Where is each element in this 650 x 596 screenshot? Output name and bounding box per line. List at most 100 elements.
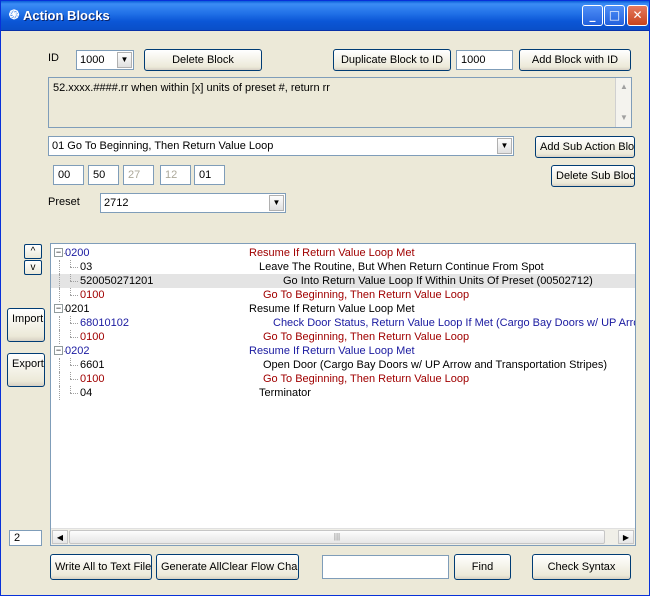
field-1-input[interactable]: 00 [53,165,84,185]
add-block-button[interactable]: Add Block with ID [519,49,631,71]
tree-connector [70,330,71,337]
tree-connector [70,337,78,338]
scroll-thumb[interactable]: ||| [69,530,605,544]
tree-row[interactable]: −0201 Resume If Return Value Loop Met [51,302,635,316]
action-select[interactable]: 01 Go To Beginning, Then Return Value Lo… [48,136,514,156]
tree-row-description: Go To Beginning, Then Return Value Loop [263,373,470,385]
tree-connector [70,358,71,365]
minimize-button[interactable]: _ [582,5,603,26]
tree-row-code: 0202 [65,345,90,357]
scroll-left-icon[interactable]: ◀ [52,530,68,544]
tree-row-code: 03 [80,261,93,273]
title-bar[interactable]: ֍ Action Blocks _ □ ✕ [1,1,649,31]
export-block-button[interactable]: Export Block [7,353,45,387]
description-textarea[interactable]: 52.xxxx.####.rr when within [x] units of… [48,77,632,128]
tree-row[interactable]: 0100 Go To Beginning, Then Return Value L… [51,330,635,344]
write-all-button[interactable]: Write All to Text File [50,554,152,580]
collapse-icon[interactable]: − [54,346,63,355]
tree-row-description: Resume If Return Value Loop Met [249,247,415,259]
tree-row-code: 0100 [80,373,105,385]
tree-row-description: Resume If Return Value Loop Met [249,345,415,357]
tree-connector [70,365,78,366]
find-input[interactable] [322,555,449,579]
status-count: 2 [9,530,42,546]
tree-row[interactable]: 520050271201 Go Into Return Value Loop If… [51,274,635,288]
chevron-down-icon[interactable]: ▼ [497,138,512,154]
tree-row[interactable]: 04 Terminator [51,386,635,400]
app-icon: ֍ [8,8,20,23]
tree-row-code: 0100 [80,289,105,301]
id-select-value: 1000 [80,54,105,66]
client-area: ID 1000 ▼ Delete Block Duplicate Block t… [5,32,647,593]
duplicate-id-input[interactable]: 1000 [456,50,513,70]
horizontal-scrollbar[interactable]: ◀ ||| ▶ [51,528,635,545]
duplicate-block-button[interactable]: Duplicate Block to ID [333,49,451,71]
tree-row[interactable]: −0200 Resume If Return Value Loop Met [51,246,635,260]
chevron-down-icon[interactable]: ▼ [117,52,132,68]
maximize-button[interactable]: □ [604,5,625,26]
tree-connector [70,295,78,296]
tree-connector [59,316,60,330]
tree-connector [70,274,71,281]
generate-flow-charts-button[interactable]: Generate AllClear Flow Charts [156,554,299,580]
action-select-value: 01 Go To Beginning, Then Return Value Lo… [52,140,274,152]
move-down-button[interactable]: v [24,260,42,275]
move-up-button[interactable]: ^ [24,244,42,259]
tree-row-description: Leave The Routine, But When Return Conti… [259,261,544,273]
scroll-up-icon[interactable]: ▲ [617,80,631,94]
preset-label: Preset [48,196,80,208]
delete-block-button[interactable]: Delete Block [144,49,262,71]
action-tree[interactable]: −0200 Resume If Return Value Loop Met 03 Le… [50,243,636,546]
tree-connector [70,260,71,267]
id-select[interactable]: 1000 ▼ [76,50,134,70]
field-5-input[interactable]: 01 [194,165,225,185]
tree-row-code: 0100 [80,331,105,343]
tree-row[interactable]: 03 Leave The Routine, But When Return Con… [51,260,635,274]
field-3-input: 27 [123,165,154,185]
tree-connector [59,386,60,400]
tree-row-code: 04 [80,387,93,399]
import-block-button[interactable]: Import Block [7,308,45,342]
tree-connector [70,267,78,268]
tree-connector [70,288,71,295]
field-2-input[interactable]: 50 [88,165,119,185]
find-button[interactable]: Find [454,554,511,580]
tree-row-description: Check Door Status, Return Value Loop If … [273,317,635,329]
check-syntax-button[interactable]: Check Syntax [532,554,631,580]
id-label: ID [48,52,59,64]
tree-row-description: Go To Beginning, Then Return Value Loop [263,331,470,343]
tree-connector [70,386,71,393]
delete-sub-block-button[interactable]: Delete Sub Block [551,165,635,187]
tree-row-description: Go Into Return Value Loop If Within Unit… [283,275,593,287]
description-scrollbar[interactable]: ▲ ▼ [615,78,631,127]
tree-row-code: 68010102 [80,317,129,329]
tree-connector [70,281,78,282]
tree-row[interactable]: 68010102 Check Door Status, Return Value … [51,316,635,330]
chevron-down-icon[interactable]: ▼ [269,195,284,211]
preset-select[interactable]: 2712 ▼ [100,193,286,213]
tree-row-description: Go To Beginning, Then Return Value Loop [263,289,470,301]
scroll-right-icon[interactable]: ▶ [618,530,634,544]
collapse-icon[interactable]: − [54,248,63,257]
tree-row-code: 520050271201 [80,275,154,287]
scroll-down-icon[interactable]: ▼ [617,111,631,125]
tree-row-description: Terminator [259,387,311,399]
tree-connector [59,260,60,274]
tree-connector [70,316,71,323]
preset-select-value: 2712 [104,197,129,209]
tree-row[interactable]: 0100 Go To Beginning, Then Return Value L… [51,288,635,302]
tree-row[interactable]: −0202 Resume If Return Value Loop Met [51,344,635,358]
tree-row[interactable]: 0100 Go To Beginning, Then Return Value L… [51,372,635,386]
close-button[interactable]: ✕ [627,5,648,26]
description-text: 52.xxxx.####.rr when within [x] units of… [53,82,330,94]
tree-connector [59,330,60,344]
tree-row-description: Resume If Return Value Loop Met [249,303,415,315]
tree-connector [59,372,60,386]
collapse-icon[interactable]: − [54,304,63,313]
action-blocks-window: ֍ Action Blocks _ □ ✕ ID 1000 ▼ Delete B… [0,0,650,596]
tree-connector [70,379,78,380]
add-sub-block-button[interactable]: Add Sub Action Block [535,136,635,158]
window-title: Action Blocks [23,8,110,23]
tree-row[interactable]: 6601 Open Door (Cargo Bay Doors w/ UP Arr… [51,358,635,372]
tree-row-code: 6601 [80,359,105,371]
